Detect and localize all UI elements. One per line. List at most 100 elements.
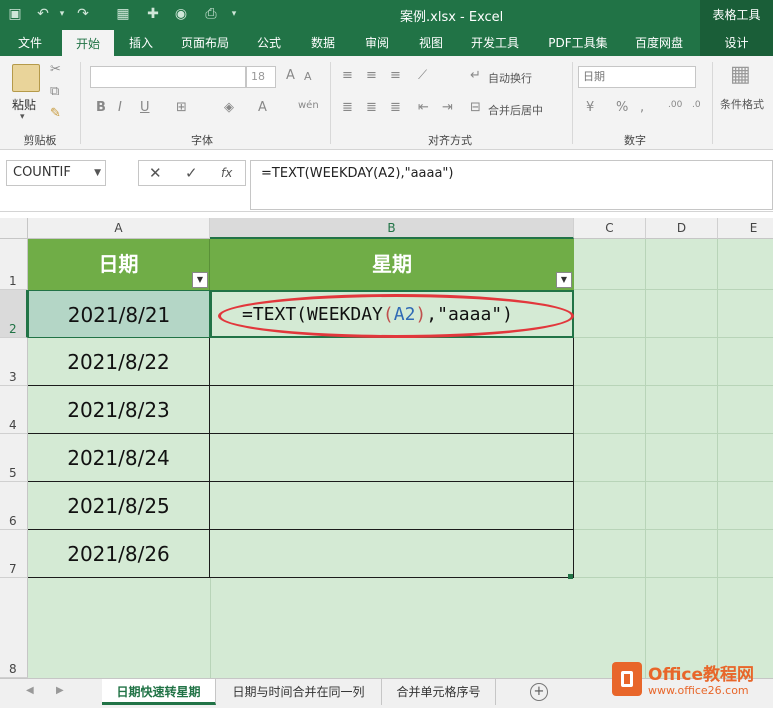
tab-developer[interactable]: 开发工具 (460, 30, 530, 56)
tab-pdf-tools[interactable]: PDF工具集 (538, 30, 618, 56)
column-header-a[interactable]: A (28, 218, 210, 239)
tab-data[interactable]: 数据 (300, 30, 346, 56)
align-right-icon[interactable]: ≣ (390, 100, 401, 115)
tab-design[interactable]: 设计 (700, 30, 773, 56)
tab-home[interactable]: 开始 (62, 30, 114, 56)
comma-icon[interactable]: , (640, 100, 644, 115)
column-header-b[interactable]: B (210, 218, 574, 239)
row-header-6[interactable]: 6 (0, 482, 28, 530)
filter-dropdown-icon[interactable]: ▼ (556, 272, 572, 288)
phonetic-icon[interactable]: wén (298, 100, 319, 111)
copy-icon[interactable]: ⧉ (50, 84, 59, 99)
conditional-format-icon[interactable]: ▦ (730, 62, 751, 87)
undo-icon[interactable]: ↶ (34, 4, 52, 24)
conditional-format-button[interactable]: 条件格式 (720, 96, 764, 112)
cell-b6[interactable] (210, 482, 574, 530)
paste-dropdown-icon[interactable]: ▾ (20, 112, 25, 122)
row-header-3[interactable]: 3 (0, 338, 28, 386)
tab-formulas[interactable]: 公式 (246, 30, 292, 56)
worksheet[interactable]: A B C D E 1 2 3 4 5 6 7 8 日期 ▼ 星期 ▼ 2021… (0, 218, 773, 678)
fill-color-icon[interactable]: ◈ (224, 100, 234, 115)
table-resize-handle[interactable] (568, 574, 573, 579)
cell-a3[interactable]: 2021/8/22 (28, 338, 210, 386)
enter-icon[interactable]: ✓ (185, 164, 198, 182)
cell-b3[interactable] (210, 338, 574, 386)
name-box-dropdown-icon[interactable]: ▼ (94, 161, 101, 185)
decrease-decimal-icon[interactable]: .0 (692, 100, 701, 110)
formula-input[interactable]: =TEXT(WEEKDAY(A2),"aaaa") (250, 160, 773, 210)
redo-icon[interactable]: ↷ (74, 4, 92, 24)
cell-a4[interactable]: 2021/8/23 (28, 386, 210, 434)
paste-button[interactable]: 粘贴 (12, 96, 36, 113)
grow-font-icon[interactable]: A (286, 68, 295, 83)
tab-baidu-netdisk[interactable]: 百度网盘 (624, 30, 694, 56)
tab-file[interactable]: 文件 (6, 30, 54, 56)
increase-decimal-icon[interactable]: .00 (668, 100, 682, 110)
increase-indent-icon[interactable]: ⇥ (442, 100, 453, 115)
column-header-d[interactable]: D (646, 218, 718, 239)
print-preview-icon[interactable]: ⎙ (202, 4, 220, 24)
customize-qa-icon[interactable]: ▾ (228, 4, 240, 24)
cell-b4[interactable] (210, 386, 574, 434)
align-middle-icon[interactable]: ≡ (366, 68, 377, 83)
insert-function-icon[interactable]: fx (221, 166, 232, 180)
camera-icon[interactable]: ◉ (172, 4, 190, 24)
row-header-8[interactable]: 8 (0, 578, 28, 678)
save-icon[interactable]: ▣ (6, 4, 24, 24)
sheet-tab-merged-cell-numbering[interactable]: 合并单元格序号 (382, 679, 496, 705)
cell-b7[interactable] (210, 530, 574, 578)
new-icon[interactable]: ✚ (144, 4, 162, 24)
cell-a7[interactable]: 2021/8/26 (28, 530, 210, 578)
font-color-icon[interactable]: A (258, 100, 267, 115)
name-box[interactable]: COUNTIF ▼ (6, 160, 106, 186)
bold-icon[interactable]: B (96, 100, 106, 115)
grid-icon[interactable]: ▦ (114, 4, 132, 24)
merge-center-icon[interactable]: ⊟ (470, 100, 481, 115)
tab-insert[interactable]: 插入 (118, 30, 164, 56)
cell-a6[interactable]: 2021/8/25 (28, 482, 210, 530)
border-icon[interactable]: ⊞ (176, 100, 187, 115)
column-header-e[interactable]: E (718, 218, 773, 239)
row-header-5[interactable]: 5 (0, 434, 28, 482)
cell-a5[interactable]: 2021/8/24 (28, 434, 210, 482)
italic-icon[interactable]: I (118, 100, 122, 115)
font-name-box[interactable] (90, 66, 246, 88)
next-sheet-icon[interactable]: ▶ (56, 685, 64, 696)
align-center-icon[interactable]: ≣ (366, 100, 377, 115)
align-left-icon[interactable]: ≣ (342, 100, 353, 115)
percent-icon[interactable]: % (616, 100, 628, 115)
cut-icon[interactable]: ✂ (50, 62, 61, 77)
cell-b5[interactable] (210, 434, 574, 482)
header-cell-weekday[interactable]: 星期 (210, 239, 574, 290)
select-all-corner[interactable] (0, 218, 28, 239)
number-format-box[interactable]: 日期 (578, 66, 696, 88)
tab-review[interactable]: 审阅 (354, 30, 400, 56)
wrap-text-icon[interactable]: ↵ (470, 68, 481, 83)
undo-dropdown-icon[interactable]: ▾ (56, 4, 68, 24)
row-header-1[interactable]: 1 (0, 239, 28, 290)
orientation-icon[interactable]: ⟋ (418, 68, 427, 83)
tab-view[interactable]: 视图 (408, 30, 454, 56)
paste-icon[interactable] (12, 64, 40, 92)
format-painter-icon[interactable]: ✎ (50, 106, 61, 121)
column-header-c[interactable]: C (574, 218, 646, 239)
row-header-4[interactable]: 4 (0, 386, 28, 434)
header-cell-date[interactable]: 日期 (28, 239, 210, 290)
row-header-2[interactable]: 2 (0, 290, 28, 338)
font-size-box[interactable]: 18 (246, 66, 276, 88)
add-sheet-icon[interactable]: + (530, 683, 548, 701)
underline-icon[interactable]: U (140, 100, 150, 115)
merge-center-button[interactable]: 合并后居中 (488, 102, 543, 118)
prev-sheet-icon[interactable]: ◀ (26, 685, 34, 696)
sheet-tab-date-to-weekday[interactable]: 日期快速转星期 (102, 679, 216, 705)
cancel-icon[interactable]: ✕ (149, 164, 162, 182)
tab-page-layout[interactable]: 页面布局 (172, 30, 238, 56)
align-top-icon[interactable]: ≡ (342, 68, 353, 83)
wrap-text-button[interactable]: 自动换行 (488, 70, 532, 86)
shrink-font-icon[interactable]: A (304, 70, 312, 83)
decrease-indent-icon[interactable]: ⇤ (418, 100, 429, 115)
sheet-tab-merge-date-time[interactable]: 日期与时间合并在同一列 (216, 679, 382, 705)
row-header-7[interactable]: 7 (0, 530, 28, 578)
align-bottom-icon[interactable]: ≡ (390, 68, 401, 83)
cell-a2[interactable]: 2021/8/21 (28, 290, 210, 338)
